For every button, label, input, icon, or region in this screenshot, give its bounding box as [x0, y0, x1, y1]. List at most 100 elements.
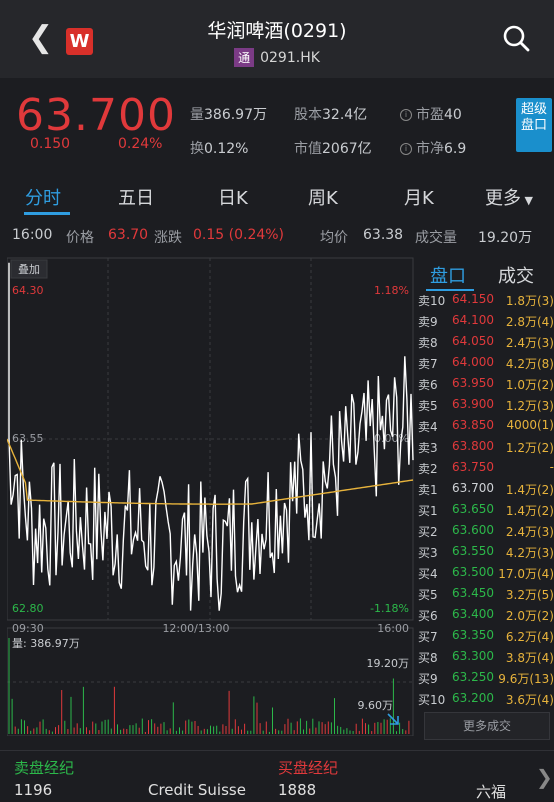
y-label-mid: 63.55: [12, 432, 44, 445]
volume-high-label: 19.20万: [367, 657, 410, 670]
order-book-price: 64.000: [452, 355, 494, 369]
order-book-row: 买2 63.600 2.4万(3): [416, 521, 554, 542]
order-book-volume: 2.4万(3): [505, 525, 554, 539]
top-bar: ❮ W 华润啤酒(0291) 通 0291.HK: [0, 0, 554, 78]
volume-total-label: 量: 386.97万: [12, 637, 80, 650]
order-book-volume: 4000(1): [506, 418, 554, 432]
sell-broker-title: 卖盘经纪: [14, 759, 75, 777]
order-book-row: 买4 63.500 17.0万(4): [416, 563, 554, 584]
order-book-price: 63.650: [452, 502, 494, 516]
chevron-right-icon[interactable]: ❯: [536, 765, 553, 789]
buy-broker-title: 买盘经纪: [278, 759, 339, 777]
volume-bars: [8, 638, 410, 734]
shares-stat: 股本32.4亿: [294, 107, 368, 123]
order-book-level: 买9: [418, 672, 438, 686]
order-book-level: 卖2: [418, 462, 438, 476]
volume-mid-label: 9.60万: [358, 699, 394, 712]
order-book-volume: 3.8万(4): [505, 651, 554, 665]
order-book-row: 卖3 63.800 1.2万(2): [416, 437, 554, 458]
order-book-volume: 1.2万(2): [505, 441, 554, 455]
order-book-price: 63.900: [452, 397, 494, 411]
stock-title: 华润啤酒(0291): [207, 20, 347, 42]
time-label-start: 09:30: [12, 622, 44, 635]
stock-code-line: 通 0291.HK: [0, 48, 554, 67]
order-book-price: 63.450: [452, 586, 494, 600]
mktcap-stat: 市值2067亿: [294, 141, 372, 157]
order-book-level: 卖6: [418, 378, 438, 392]
order-book-price: 64.100: [452, 313, 494, 327]
price-change: 0.150: [30, 136, 71, 152]
order-book-price: 63.200: [452, 691, 494, 705]
order-book-price: 63.550: [452, 544, 494, 558]
more-trades-button[interactable]: 更多成交: [424, 712, 550, 740]
tab-trades[interactable]: 成交: [498, 262, 534, 288]
tab-more[interactable]: 更多 ▼: [485, 184, 533, 210]
order-book-level: 卖10: [418, 294, 446, 308]
tab-weekly-k[interactable]: 周K: [308, 184, 338, 210]
info-icon: i: [400, 109, 412, 121]
order-book-row: 卖4 63.850 4000(1): [416, 416, 554, 437]
order-book-row: 买7 63.350 6.2万(4): [416, 626, 554, 647]
pe-stat[interactable]: i 市盈40: [400, 104, 462, 124]
order-book-volume: 1.8万(3): [505, 294, 554, 308]
buy-broker-name[interactable]: 六福: [476, 781, 506, 802]
order-book-price: 63.950: [452, 376, 494, 390]
order-book-row: 买3 63.550 4.2万(3): [416, 542, 554, 563]
pb-stat[interactable]: i 市净6.9: [400, 138, 466, 158]
y-label-high: 64.30: [12, 284, 44, 297]
order-book-volume: 6.2万(4): [505, 630, 554, 644]
order-book-price: 63.300: [452, 649, 494, 663]
order-book-level: 买7: [418, 630, 438, 644]
order-book-level: 买3: [418, 546, 438, 560]
stock-code: 0291.HK: [260, 50, 320, 66]
order-book-row: 卖9 64.100 2.8万(4): [416, 311, 554, 332]
search-icon[interactable]: [502, 24, 530, 52]
info-icon: i: [400, 143, 412, 155]
intraday-chart[interactable]: 叠加 64.30 63.55 62.80 1.18% 0.00% -1.18% …: [7, 256, 415, 736]
order-book-price: 64.150: [452, 292, 494, 306]
order-book-price: 63.350: [452, 628, 494, 642]
tab-intraday[interactable]: 分时: [25, 184, 61, 210]
order-book-volume: 2.8万(4): [505, 315, 554, 329]
order-book-price: 63.600: [452, 523, 494, 537]
order-book-volume: 2.4万(3): [505, 336, 554, 350]
sell-broker-name[interactable]: Credit Suisse: [148, 781, 246, 799]
order-book-volume: 4.2万(8): [505, 357, 554, 371]
order-book-level: 买10: [418, 693, 446, 707]
price-line: [8, 262, 414, 611]
order-book-volume: 3.2万(5): [505, 588, 554, 602]
order-book-price: 63.400: [452, 607, 494, 621]
order-book-price: 64.050: [452, 334, 494, 348]
order-book-level: 卖4: [418, 420, 438, 434]
tab-orderbook[interactable]: 盘口: [430, 262, 466, 288]
order-book-row: 卖8 64.050 2.4万(3): [416, 332, 554, 353]
price-change-pct: 0.24%: [118, 136, 163, 152]
order-book-row: 卖1 63.700 1.4万(2): [416, 479, 554, 500]
buy-broker-id: 1888: [278, 781, 317, 799]
order-book-price: 63.850: [452, 418, 494, 432]
order-book-row: 买9 63.250 9.6万(13): [416, 668, 554, 689]
tab-daily-k[interactable]: 日K: [218, 184, 248, 210]
order-book-level: 买1: [418, 504, 438, 518]
order-book-level: 买6: [418, 609, 438, 623]
order-book-row: 买6 63.400 2.0万(2): [416, 605, 554, 626]
order-book-volume: 2.0万(2): [505, 609, 554, 623]
volume-stat: 量386.97万: [190, 107, 267, 123]
active-tab-indicator: [24, 212, 70, 215]
tab-5day[interactable]: 五日: [118, 184, 154, 210]
super-orderbook-button[interactable]: 超级盘口: [516, 98, 552, 152]
order-book-volume: 1.0万(2): [505, 378, 554, 392]
tab-monthly-k[interactable]: 月K: [404, 184, 434, 210]
order-book-row: 卖6 63.950 1.0万(2): [416, 374, 554, 395]
order-book-level: 买5: [418, 588, 438, 602]
order-book-price: 63.500: [452, 565, 494, 579]
order-book-row: 卖7 64.000 4.2万(8): [416, 353, 554, 374]
order-book-volume: 17.0万(4): [498, 567, 554, 581]
order-book-row: 买5 63.450 3.2万(5): [416, 584, 554, 605]
order-book-row: 买10 63.200 3.6万(4): [416, 689, 554, 710]
order-book-volume: -: [549, 460, 554, 474]
order-book-price: 63.700: [452, 481, 494, 495]
order-book-volume: 9.6万(13): [498, 672, 554, 686]
overlay-button[interactable]: 叠加: [18, 263, 40, 276]
order-book-price: 63.750: [452, 460, 494, 474]
